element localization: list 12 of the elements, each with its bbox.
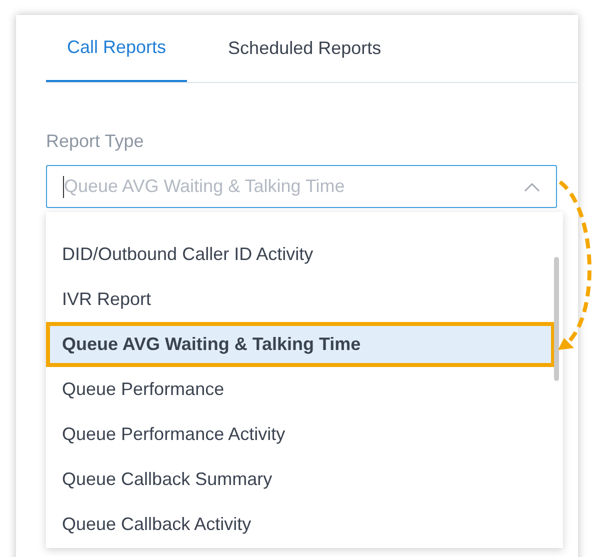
dropdown-option[interactable]: Queue Callback Summary	[46, 457, 555, 502]
dropdown-option[interactable]: Queue AVG Waiting & Talking Time	[46, 322, 555, 367]
caret-icon	[524, 182, 540, 192]
dropdown-option[interactable]: Queue Performance	[46, 367, 555, 412]
tab[interactable]: Call Reports	[46, 15, 188, 82]
scrollbar-thumb[interactable]	[554, 257, 559, 381]
field-label: Report Type	[46, 130, 145, 153]
dropdown-option[interactable]: IVR Report	[46, 277, 555, 322]
dropdown-option[interactable]: Queue Callback Activity	[46, 502, 555, 547]
dropdown-option[interactable]: DID/Outbound Caller ID Activity	[46, 232, 555, 277]
dropdown-option[interactable]: Queue Performance Activity	[46, 412, 555, 457]
tab[interactable]: Scheduled Reports	[207, 15, 402, 82]
